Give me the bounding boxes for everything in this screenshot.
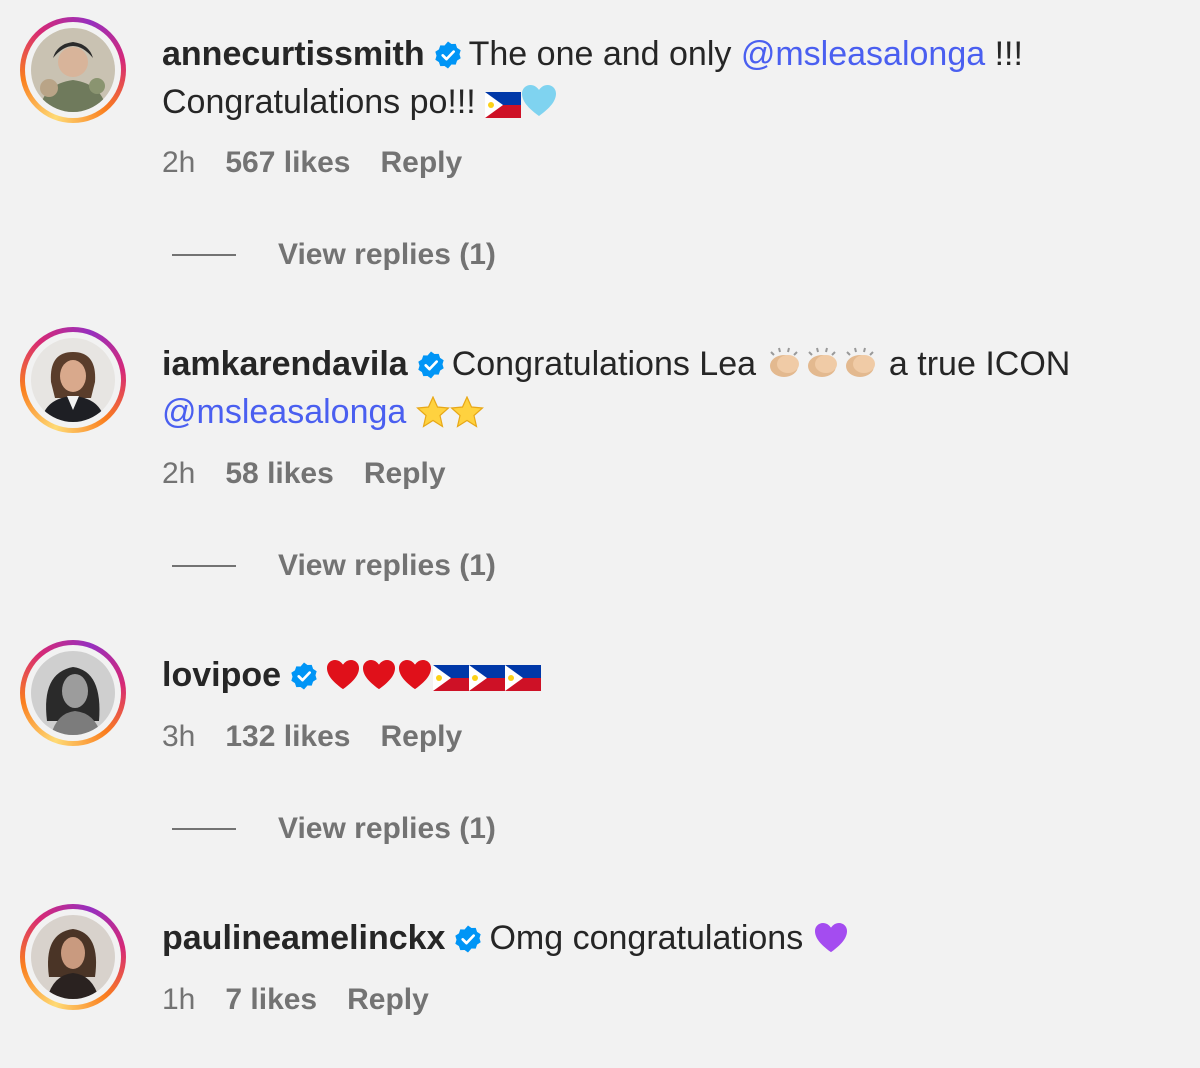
timestamp: 1h <box>162 983 196 1016</box>
verified-badge-icon <box>291 662 317 690</box>
red-heart-icon <box>327 659 360 690</box>
username[interactable]: paulineamelinckx <box>162 919 445 957</box>
star-icon <box>415 396 450 428</box>
reply-button[interactable]: Reply <box>364 457 446 490</box>
verified-badge-icon <box>418 351 444 379</box>
philippine-flag-icon <box>505 665 542 691</box>
view-replies-label[interactable]: View replies (1) <box>278 812 496 846</box>
philippine-flag-icon <box>433 665 470 691</box>
clapping-hands-icon <box>770 347 800 377</box>
red-heart-icon <box>363 659 396 690</box>
purple-heart-icon <box>814 922 847 953</box>
mention-link[interactable]: @msleasalonga <box>162 393 406 431</box>
reply-button[interactable]: Reply <box>347 983 429 1016</box>
view-replies-button[interactable]: View replies (1) <box>172 549 496 583</box>
red-heart-icon <box>399 659 432 690</box>
clapping-hands-icon <box>808 347 838 377</box>
likes-count[interactable]: 132 likes <box>225 720 350 753</box>
comment-text-start: The one and only <box>468 35 741 73</box>
avatar[interactable] <box>31 915 115 999</box>
philippine-flag-icon <box>485 92 522 118</box>
view-replies-label[interactable]: View replies (1) <box>278 238 496 272</box>
timestamp: 2h <box>162 146 196 179</box>
view-replies-label[interactable]: View replies (1) <box>278 549 496 583</box>
comment-text: iamkarendavila Congratulations Lea a true… <box>162 340 1172 436</box>
likes-count[interactable]: 58 likes <box>225 457 333 490</box>
avatar[interactable] <box>31 338 115 422</box>
avatar-ring[interactable] <box>20 904 126 1010</box>
avatar[interactable] <box>31 651 115 735</box>
reply-button[interactable]: Reply <box>381 720 463 753</box>
comment-text: annecurtissmith The one and only @msleasa… <box>162 30 1172 126</box>
avatar-ring[interactable] <box>20 17 126 123</box>
verified-badge-icon <box>434 41 461 69</box>
timestamp: 2h <box>162 457 196 490</box>
light-blue-heart-icon <box>522 85 557 116</box>
comment-text-middle: a true ICON <box>879 345 1071 383</box>
view-replies-button[interactable]: View replies (1) <box>172 812 496 846</box>
mention-link[interactable]: @msleasalonga <box>741 35 985 73</box>
verified-badge-icon <box>455 925 482 953</box>
likes-count[interactable]: 7 likes <box>225 983 317 1016</box>
comment-meta: 2h 58 likes Reply <box>162 457 476 491</box>
comment-meta: 2h 567 likes Reply <box>162 146 492 180</box>
philippine-flag-icon <box>469 665 506 691</box>
comment-text-start: Congratulations Lea <box>451 345 766 383</box>
comment-meta: 1h 7 likes Reply <box>162 983 459 1017</box>
likes-count[interactable]: 567 likes <box>225 146 350 179</box>
avatar-ring[interactable] <box>20 327 126 433</box>
comment-text: paulineamelinckx Omg congratulations <box>162 914 1172 962</box>
view-replies-button[interactable]: View replies (1) <box>172 238 496 272</box>
avatar-ring[interactable] <box>20 640 126 746</box>
replies-divider <box>172 254 236 256</box>
reply-button[interactable]: Reply <box>381 146 463 179</box>
username[interactable]: iamkarendavila <box>162 345 408 383</box>
replies-divider <box>172 828 236 830</box>
replies-divider <box>172 565 236 567</box>
clapping-hands-icon <box>846 347 876 377</box>
comment-text-start: Omg congratulations <box>489 919 813 957</box>
comment-meta: 3h 132 likes Reply <box>162 720 492 754</box>
username[interactable]: lovipoe <box>162 656 281 694</box>
star-icon <box>449 396 484 428</box>
avatar[interactable] <box>31 28 115 112</box>
username[interactable]: annecurtissmith <box>162 35 425 73</box>
comment-text: lovipoe <box>162 651 1172 699</box>
timestamp: 3h <box>162 720 196 753</box>
